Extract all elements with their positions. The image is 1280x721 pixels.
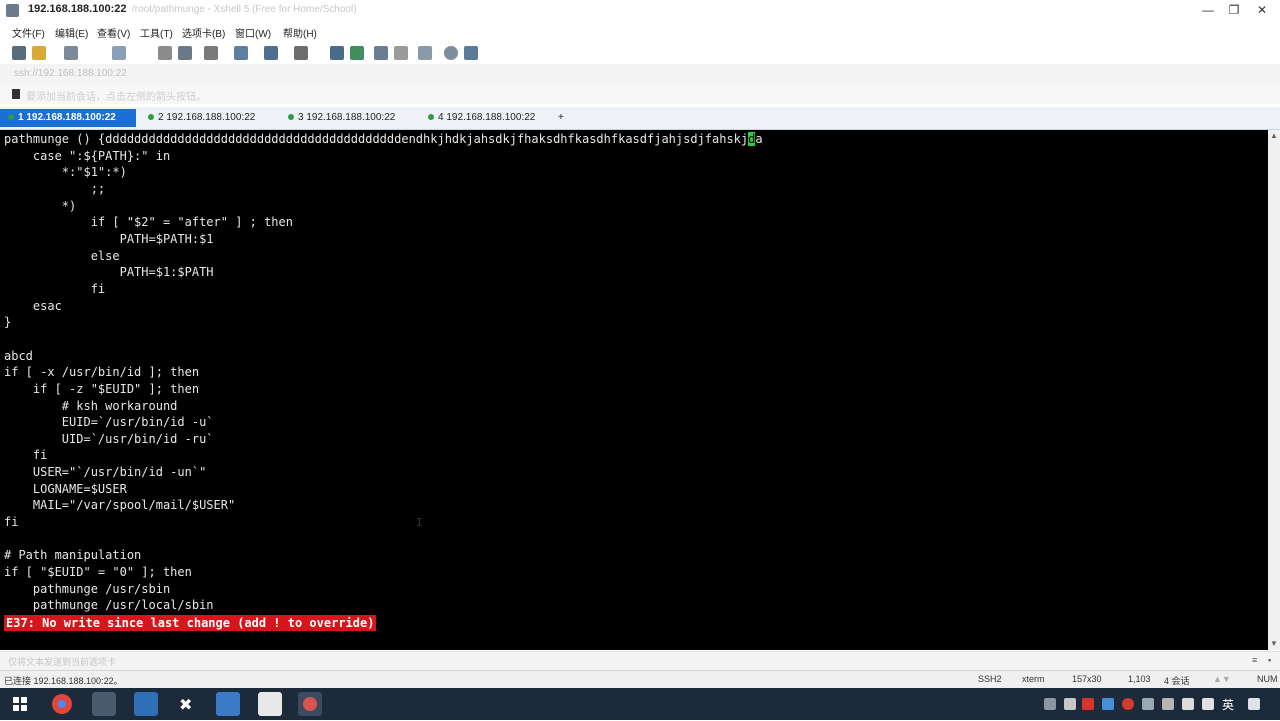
transfer-icon[interactable] (234, 46, 248, 60)
tray-chevron-icon[interactable] (1044, 698, 1056, 710)
title-bar: 192.168.188.100:22 /root/pathmunge - Xsh… (0, 0, 1280, 22)
tab-label: 1 192.168.188.100:22 (18, 112, 116, 123)
new-session-icon[interactable] (12, 46, 26, 60)
volume-icon[interactable] (1202, 698, 1214, 710)
tab-session-3[interactable]: 3 192.168.188.100:22 (280, 109, 418, 127)
globe-icon[interactable] (264, 46, 278, 60)
terminal-text: pathmunge () {dddddddddddddddddddddddddd… (0, 130, 1268, 614)
chrome-icon[interactable] (50, 692, 74, 716)
tab-label: 2 192.168.188.100:22 (158, 112, 256, 123)
menu-window[interactable]: 窗口(W) (235, 25, 271, 40)
status-bar: 已连接 192.168.188.100:22。 SSH2 xterm 157x3… (0, 670, 1280, 688)
terminal-content: case ":${PATH}:" in *:"$1":*) ;; *) if [… (4, 148, 293, 613)
tab-label: 3 192.168.188.100:22 (298, 112, 396, 123)
scroll-up-icon[interactable]: ▲ (1268, 130, 1280, 142)
session-count-status: 4 会话 (1164, 676, 1190, 686)
status-arrows-icon[interactable]: ▲▼ (1213, 674, 1231, 684)
tray-security-icon[interactable] (1082, 698, 1094, 710)
window-title: 192.168.188.100:22 (28, 3, 127, 15)
properties-icon[interactable] (112, 46, 126, 60)
windows-start-icon[interactable] (8, 692, 32, 716)
tray-device-icon[interactable] (1064, 698, 1076, 710)
help-icon[interactable] (444, 46, 458, 60)
fullscreen-icon[interactable] (374, 46, 388, 60)
tray-app-icon[interactable] (1142, 698, 1154, 710)
tray-flag-icon[interactable] (1182, 698, 1194, 710)
compose-bar-text: 仅将文本发送到当前选项卡 (8, 657, 117, 667)
menu-bar: 文件(F) 编辑(E) 查看(V) 工具(T) 选项卡(B) 窗口(W) 帮助(… (0, 22, 1280, 40)
chat-icon[interactable] (464, 46, 478, 60)
window-subtitle: /root/pathmunge - Xshell 5 (Free for Hom… (132, 4, 357, 15)
compose-close-icon[interactable]: ▪ (1268, 655, 1271, 665)
tab-session-4[interactable]: 4 192.168.188.100:22 (420, 109, 556, 127)
xftp-icon[interactable] (330, 46, 344, 60)
tab-session-2[interactable]: 2 192.168.188.100:22 (140, 109, 278, 127)
maximize-button[interactable]: ❐ (1222, 2, 1246, 18)
vertical-scrollbar[interactable]: ▲ ▼ (1268, 130, 1280, 650)
connection-status: 已连接 192.168.188.100:22。 (4, 676, 123, 686)
terminal-size-status: 157x30 (1072, 674, 1102, 684)
windows-taskbar: ✖ 英 (0, 688, 1280, 720)
connected-dot-icon (148, 114, 154, 121)
compose-menu-icon[interactable]: ≡ (1252, 655, 1257, 665)
find-icon[interactable] (178, 46, 192, 60)
notepad-icon[interactable] (258, 692, 282, 716)
window-manager-icon[interactable] (134, 692, 158, 716)
connected-dot-icon (288, 114, 294, 121)
open-folder-icon[interactable] (32, 46, 46, 60)
keyboard-icon[interactable] (418, 46, 432, 60)
print-icon[interactable] (204, 46, 218, 60)
tray-network-icon[interactable] (1102, 698, 1114, 710)
svg-text:✖: ✖ (179, 695, 192, 714)
connected-dot-icon (8, 114, 14, 121)
scroll-down-icon[interactable]: ▼ (1268, 638, 1280, 650)
tray-antivirus-icon[interactable] (1122, 698, 1134, 710)
copy-icon[interactable] (158, 46, 172, 60)
minimize-button[interactable]: — (1196, 2, 1220, 18)
terminal-line-1-tail: a (755, 132, 763, 146)
text-cursor-icon: I (416, 516, 423, 529)
menu-view[interactable]: 查看(V) (97, 25, 130, 40)
session-hint-bar: 要添加当前会话，点击左侧的箭头按钮。 (0, 84, 1280, 104)
script-icon[interactable] (350, 46, 364, 60)
menu-file[interactable]: 文件(F) (12, 25, 45, 40)
menu-help[interactable]: 帮助(H) (283, 25, 317, 40)
tab-session-1[interactable]: 1 192.168.188.100:22 (0, 109, 136, 127)
terminal-area[interactable]: pathmunge () {dddddddddddddddddddddddddd… (0, 130, 1268, 650)
xftp-icon[interactable] (298, 692, 322, 716)
tab-bar: 1 192.168.188.100:22 2 192.168.188.100:2… (0, 107, 1280, 130)
add-tab-button[interactable]: + (556, 109, 572, 127)
lock-icon[interactable] (394, 46, 408, 60)
address-bar[interactable]: ssh://192.168.188.100:22 (0, 64, 1280, 84)
font-icon[interactable] (294, 46, 308, 60)
compose-bar[interactable]: 仅将文本发送到当前选项卡 ≡ ▪ (0, 651, 1280, 670)
menu-edit[interactable]: 编辑(E) (55, 25, 88, 40)
xshell-app-icon (6, 4, 19, 17)
terminal-type-status: xterm (1022, 674, 1045, 684)
input-method-indicator[interactable]: 英 (1222, 696, 1234, 713)
xshell-icon[interactable]: ✖ (174, 692, 198, 716)
menu-tools[interactable]: 工具(T) (140, 25, 173, 40)
protocol-status: SSH2 (978, 674, 1002, 684)
numlock-status: NUM (1257, 674, 1278, 684)
reconnect-icon[interactable] (64, 46, 78, 60)
tab-label: 4 192.168.188.100:22 (438, 112, 536, 123)
error-message: E37: No write since last change (add ! t… (4, 615, 377, 631)
bookmark-arrow-icon[interactable] (12, 89, 20, 99)
cursor-position-status: 1,103 (1128, 674, 1151, 684)
terminal-icon[interactable] (92, 692, 116, 716)
explorer-icon[interactable] (216, 692, 240, 716)
notification-icon[interactable] (1248, 698, 1260, 710)
address-input[interactable]: ssh://192.168.188.100:22 (14, 68, 127, 79)
menu-tabs[interactable]: 选项卡(B) (182, 25, 225, 40)
tray-monitor-icon[interactable] (1162, 698, 1174, 710)
terminal-line-1: pathmunge () {dddddddddddddddddddddddddd… (4, 132, 749, 146)
connected-dot-icon (428, 114, 434, 121)
session-hint-text: 要添加当前会话，点击左侧的箭头按钮。 (26, 92, 206, 103)
toolbar (0, 42, 1280, 64)
close-button[interactable]: ✕ (1250, 2, 1274, 18)
